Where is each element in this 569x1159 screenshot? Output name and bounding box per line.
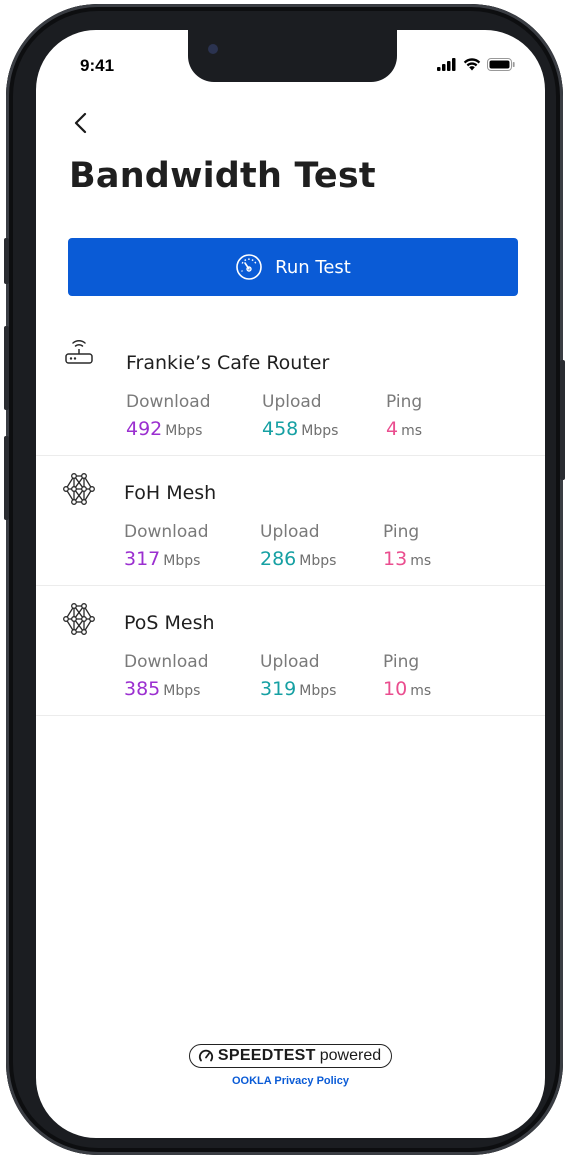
status-time: 9:41 [80, 56, 115, 75]
router-icon [65, 339, 93, 364]
ping-label: Ping [383, 652, 420, 672]
battery-icon [487, 58, 515, 71]
front-camera [208, 44, 218, 54]
app-screen: 9:41 Bandwidth Test Run Test Frankie’s C… [36, 30, 545, 1138]
speedtest-powered-text: powered [319, 1047, 382, 1064]
device-name: FoH Mesh [124, 482, 217, 504]
page-title: Bandwidth Test [69, 156, 376, 196]
download-unit: Mbps [163, 553, 201, 569]
ping-unit: ms [410, 553, 432, 569]
download-label: Download [124, 652, 209, 672]
upload-label: Upload [260, 522, 320, 542]
ping-number: 4 [386, 418, 399, 440]
power-button [560, 360, 565, 480]
footer: SPEEDTEST powered OOKLA Privacy Policy [36, 1044, 545, 1087]
ping-label: Ping [386, 392, 423, 412]
upload-number: 319 [260, 678, 297, 700]
volume-down-button [4, 436, 9, 520]
upload-value: 319 Mbps [260, 678, 336, 700]
download-label: Download [124, 522, 209, 542]
upload-label: Upload [260, 652, 320, 672]
ping-value: 10 ms [383, 678, 431, 700]
notch [188, 30, 397, 82]
device-row[interactable]: PoS Mesh Download Upload Ping 385 Mbps 31… [36, 586, 545, 716]
speedometer-icon [236, 254, 262, 280]
upload-value: 286 Mbps [260, 548, 336, 570]
upload-value: 458 Mbps [262, 418, 338, 440]
upload-unit: Mbps [299, 553, 337, 569]
download-value: 492 Mbps [126, 418, 202, 440]
download-label: Download [126, 392, 211, 412]
ping-value: 13 ms [383, 548, 431, 570]
upload-unit: Mbps [299, 683, 337, 699]
cellular-signal-icon [437, 58, 456, 71]
run-test-label: Run Test [275, 256, 351, 278]
upload-number: 286 [260, 548, 297, 570]
upload-label: Upload [262, 392, 322, 412]
download-unit: Mbps [165, 423, 203, 439]
mute-switch [4, 238, 9, 284]
ping-number: 10 [383, 678, 408, 700]
upload-unit: Mbps [301, 423, 339, 439]
speedtest-gauge-icon [198, 1049, 213, 1062]
speedtest-powered-badge: SPEEDTEST powered [188, 1044, 393, 1068]
device-name: Frankie’s Cafe Router [126, 352, 330, 374]
download-value: 385 Mbps [124, 678, 200, 700]
privacy-policy-link[interactable]: OOKLA Privacy Policy [36, 1075, 545, 1087]
back-arrow-icon[interactable] [70, 108, 94, 138]
device-name: PoS Mesh [124, 612, 215, 634]
download-number: 385 [124, 678, 161, 700]
wifi-icon [463, 58, 481, 71]
device-row[interactable]: FoH Mesh Download Upload Ping 317 Mbps 28… [36, 456, 545, 586]
download-number: 492 [126, 418, 163, 440]
speedtest-brand: SPEEDTEST [217, 1047, 316, 1064]
run-test-button[interactable]: Run Test [68, 238, 518, 296]
ping-number: 13 [383, 548, 408, 570]
upload-number: 458 [262, 418, 299, 440]
status-icons [437, 58, 515, 71]
ping-unit: ms [410, 683, 432, 699]
mesh-network-icon [63, 473, 95, 505]
ping-unit: ms [401, 423, 423, 439]
mesh-network-icon [63, 603, 95, 635]
download-value: 317 Mbps [124, 548, 200, 570]
ping-value: 4 ms [386, 418, 422, 440]
ping-label: Ping [383, 522, 420, 542]
volume-up-button [4, 326, 9, 410]
device-row[interactable]: Frankie’s Cafe Router Download Upload Pi… [36, 326, 545, 456]
download-unit: Mbps [163, 683, 201, 699]
download-number: 317 [124, 548, 161, 570]
